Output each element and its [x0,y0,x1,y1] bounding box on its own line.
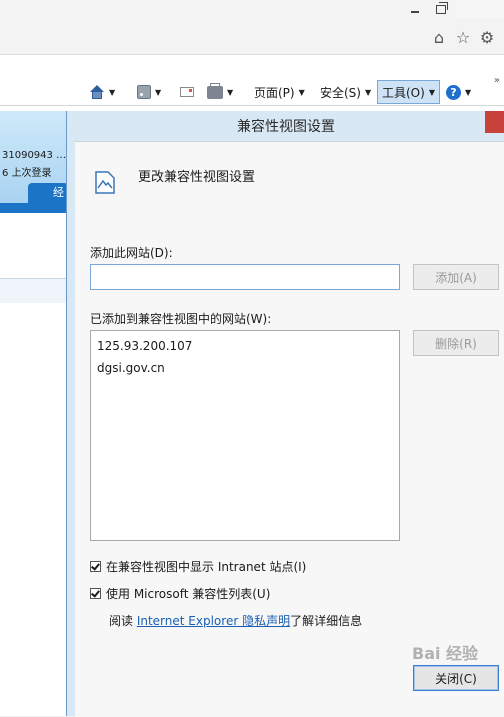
add-button[interactable]: 添加(A) [413,264,499,290]
web-page-nav-band [0,203,70,213]
sites-listbox[interactable]: 125.93.200.107 dgsi.gov.cn [90,330,400,541]
dialog-header-text: 更改兼容性视图设置 [138,170,256,185]
watermark-logo: Bai 经验 [412,644,479,663]
minimize-button[interactable] [402,0,428,18]
privacy-statement-link[interactable]: Internet Explorer 隐私声明 [137,614,290,628]
chevron-down-icon: ▼ [465,87,472,97]
address-bar-area: ⌂ ☆ ⚙ [0,22,504,55]
favorites-icons: ⌂ ☆ ⚙ [430,28,496,47]
intranet-checkbox-row[interactable]: 在兼容性视图中显示 Intranet 站点(I) [90,558,306,575]
compat-view-icon [95,171,115,194]
compatibility-view-dialog: 兼容性视图设置 更改兼容性视图设置 添加此网站(D): 添加(A) 已添加到兼容… [66,111,504,717]
dialog-title: 兼容性视图设置 [237,119,335,135]
ms-list-checkbox-row[interactable]: 使用 Microsoft 兼容性列表(U) [90,585,270,602]
dialog-close-button[interactable] [485,111,504,133]
read-mail-button[interactable] [180,81,194,103]
intranet-checkbox[interactable] [90,561,101,572]
web-page-tab[interactable]: 经 [28,183,68,203]
home-icon [89,85,105,99]
privacy-info: 阅读 Internet Explorer 隐私声明了解详细信息 [109,612,362,629]
window-close-button[interactable] [456,0,504,18]
window-titlebar [0,0,504,22]
gear-icon[interactable]: ⚙ [478,28,496,47]
remove-button[interactable]: 删除(R) [413,330,499,356]
favorites-star-icon[interactable]: ☆ [454,28,472,47]
restore-button[interactable] [428,0,454,18]
minimize-icon [411,10,419,13]
list-item[interactable]: 125.93.200.107 [97,335,399,357]
ms-list-checkbox-label: 使用 Microsoft 兼容性列表(U) [106,587,271,601]
printer-icon [207,82,223,99]
page-menu[interactable]: 页面(P) ▼ [254,81,305,103]
tools-menu-label: 工具(O) [382,85,425,100]
chevron-down-icon: ▼ [298,87,305,97]
chevron-down-icon[interactable]: ▼ [155,88,161,97]
web-page-text: 6 上次登录 [2,168,52,179]
home-icon[interactable]: ⌂ [430,28,448,47]
page-menu-label: 页面(P) [254,85,295,100]
chevron-down-icon[interactable]: ▼ [227,88,233,97]
privacy-info-prefix: 阅读 [109,614,137,628]
intranet-checkbox-label: 在兼容性视图中显示 Intranet 站点(I) [106,560,307,574]
chevron-down-icon: ▼ [364,87,372,97]
home-button[interactable]: ▼ [89,81,115,103]
safety-menu[interactable]: 安全(S) ▼ [320,81,371,103]
privacy-info-suffix: 了解详细信息 [290,614,363,628]
help-menu[interactable]: ? ▼ [446,81,471,103]
chevron-down-icon[interactable]: ▼ [109,88,115,97]
dialog-body: 更改兼容性视图设置 添加此网站(D): 添加(A) 已添加到兼容性视图中的网站(… [75,141,504,717]
mail-icon [180,87,194,97]
tools-menu[interactable]: 工具(O) ▼ [377,80,440,104]
safety-menu-label: 安全(S) [320,85,361,100]
feeds-button[interactable]: ▼ [137,81,161,103]
add-site-label: 添加此网站(D): [90,246,173,260]
help-icon: ? [446,84,461,100]
list-item[interactable]: dgsi.gov.cn [97,357,399,379]
web-page-panel [0,279,70,303]
add-site-input[interactable] [90,264,400,290]
sites-list-label: 已添加到兼容性视图中的网站(W): [90,312,272,326]
ms-list-checkbox[interactable] [90,588,101,599]
restore-icon [436,1,448,14]
web-page-text: 31090943 … [2,150,67,161]
rss-feed-icon [137,85,151,99]
command-bar: ▼ ▼ ▼ 页面(P) ▼ 安全(S) ▼ 工具(O) ▼ ? ▼ » [0,55,504,106]
chevron-down-icon: ▼ [428,87,435,97]
print-button[interactable]: ▼ [207,81,233,103]
chevron-more-icon[interactable]: » [494,75,500,86]
